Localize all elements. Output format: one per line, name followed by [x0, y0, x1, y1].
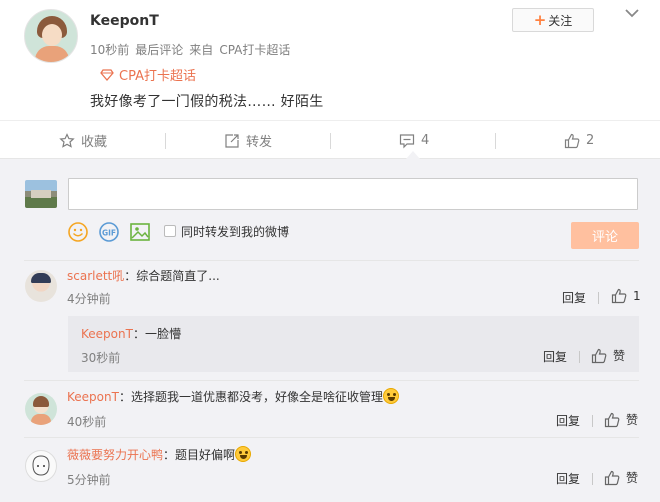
comment-time: 5分钟前 [67, 473, 111, 487]
reply-1: KeeponT：一脸懵 [81, 325, 181, 342]
commenter-avatar[interactable] [25, 393, 57, 425]
image-icon[interactable] [129, 221, 151, 243]
emoji-icon[interactable] [67, 221, 89, 243]
reply-button[interactable]: 回复 [556, 412, 580, 429]
comment-icon [399, 133, 415, 148]
follow-label: 关注 [548, 13, 573, 28]
favorite-label: 收藏 [81, 135, 108, 150]
reply-time: 30秒前 [81, 351, 121, 365]
comment-like-button[interactable]: 赞 [604, 411, 638, 428]
diamond-icon [100, 68, 114, 81]
comment-like-label: 赞 [626, 471, 639, 485]
comment-like-label: 赞 [626, 413, 639, 427]
topic-label: CPA打卡超话 [119, 69, 196, 84]
follow-button[interactable]: + 关注 [512, 8, 594, 32]
repost-button[interactable]: 转发 [224, 121, 272, 160]
thumbs-up-icon [564, 133, 580, 148]
share-icon [225, 133, 239, 148]
active-tab-indicator [406, 151, 420, 159]
like-count: 2 [586, 133, 595, 148]
reply-button[interactable]: 回复 [556, 470, 580, 487]
comment-2: KeeponT：选择题我一道优惠都没考，好像全是啥征收管理 [67, 388, 399, 405]
commenter-avatar[interactable] [25, 450, 57, 482]
thumbs-up-icon [604, 470, 620, 485]
replier-name[interactable]: KeeponT [81, 327, 133, 341]
reply-button[interactable]: 回复 [562, 289, 586, 306]
thumbs-up-icon [611, 288, 627, 304]
submit-comment-button[interactable]: 评论 [571, 222, 639, 249]
reply-like-label: 赞 [613, 349, 626, 363]
star-icon [59, 132, 75, 148]
post-time[interactable]: 10秒前 [90, 43, 129, 57]
gif-icon[interactable]: GIF [98, 221, 120, 243]
commenter-name[interactable]: scarlett吼 [67, 269, 124, 283]
laughing-crying-emoji-icon [382, 388, 399, 404]
comment-text: ：综合题简直了... [124, 269, 220, 283]
reply-button[interactable]: 回复 [543, 348, 567, 365]
comment-time: 40秒前 [67, 415, 107, 429]
favorite-button[interactable]: 收藏 [59, 121, 107, 160]
comment-time: 4分钟前 [67, 292, 111, 306]
reply-text: ：一脸懵 [132, 327, 181, 341]
comment-count: 4 [421, 133, 430, 148]
also-repost-label[interactable]: 同时转发到我的微博 [181, 223, 289, 240]
chevron-down-icon[interactable] [622, 5, 642, 21]
svg-text:GIF: GIF [102, 229, 116, 238]
current-user-avatar [25, 180, 57, 208]
post-text: 我好像考了一门假的税法…… 好陌生 [90, 94, 324, 110]
comment-text: ：选择题我一道优惠都没考，好像全是啥征收管理 [118, 390, 383, 404]
thumbs-up-icon [604, 412, 620, 427]
post-source[interactable]: CPA打卡超话 [219, 43, 290, 57]
author-avatar[interactable] [24, 9, 78, 63]
comment-like-button[interactable]: 1 [611, 288, 641, 304]
source-prefix: 来自 [189, 43, 214, 57]
thumbs-up-icon [591, 348, 607, 363]
also-repost-checkbox[interactable] [164, 225, 176, 237]
commenter-name[interactable]: KeeponT [67, 390, 119, 404]
comment-input[interactable] [68, 178, 638, 210]
last-comment-label: 最后评论 [135, 43, 184, 57]
comment-text: ：题目好偏啊 [163, 448, 236, 462]
comment-1: scarlett吼：综合题简直了... [67, 267, 220, 284]
action-bar: 收藏 转发 4 2 [0, 120, 660, 159]
author-name[interactable]: KeeponT [90, 13, 159, 29]
post-meta: 10秒前 最后评论 来自 CPA打卡超话 [90, 41, 296, 58]
reply-like-button[interactable]: 赞 [591, 347, 625, 364]
plus-icon: + [533, 10, 547, 29]
comment-3: 薇薇要努力开心鸭：题目好偏啊 [67, 446, 252, 463]
topic-link[interactable]: CPA打卡超话 [100, 65, 196, 84]
commenter-avatar[interactable] [25, 270, 57, 302]
laughing-crying-emoji-icon [235, 446, 252, 462]
comment-like-count: 1 [633, 289, 641, 303]
repost-label: 转发 [246, 135, 273, 150]
comment-like-button[interactable]: 赞 [604, 469, 638, 486]
commenter-name[interactable]: 薇薇要努力开心鸭 [67, 448, 163, 462]
like-button[interactable]: 2 [564, 121, 594, 160]
